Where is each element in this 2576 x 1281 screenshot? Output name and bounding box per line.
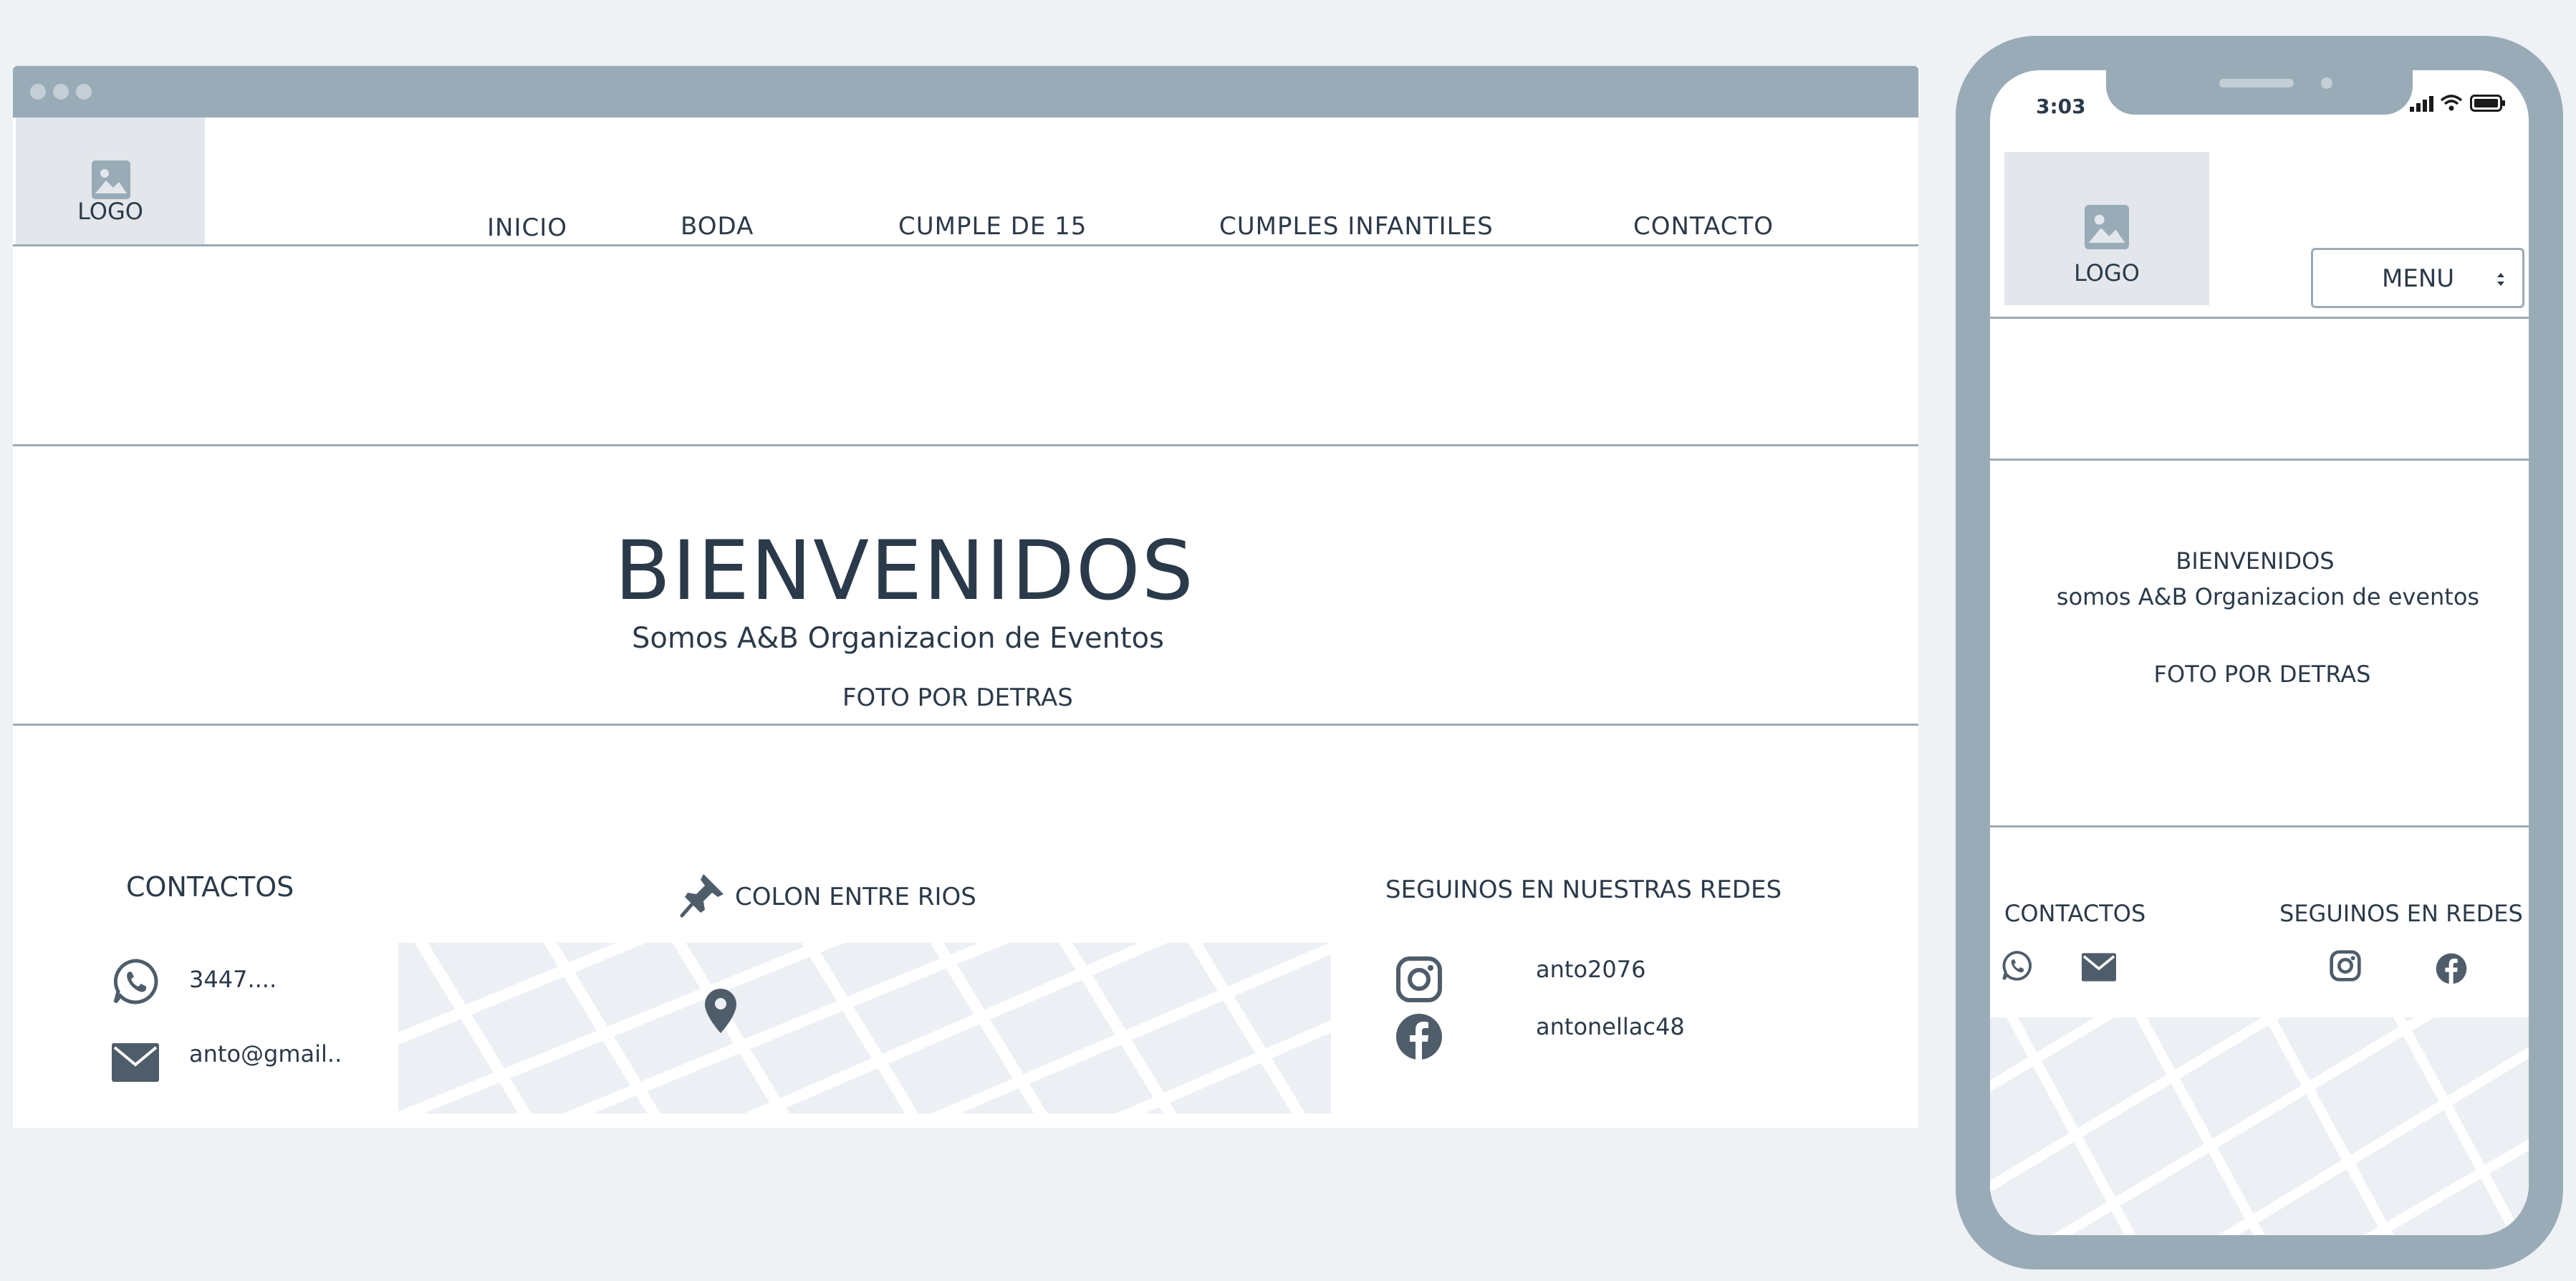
hero-subtitle: Somos A&B Organizacion de Eventos	[632, 622, 1164, 655]
mobile-logo-placeholder[interactable]: LOGO	[2004, 152, 2209, 305]
banner-divider	[13, 444, 1918, 446]
phone-notch	[2106, 70, 2413, 115]
window-dot-icon	[53, 84, 69, 100]
menu-select[interactable]: MENU	[2311, 248, 2524, 308]
battery-icon	[2470, 95, 2505, 112]
nav-cumples-infantiles[interactable]: CUMPLES INFANTILES	[1219, 212, 1494, 241]
speaker-icon	[2219, 79, 2294, 87]
logo-placeholder[interactable]: LOGO	[16, 117, 205, 246]
facebook-icon[interactable]	[1395, 1013, 1443, 1060]
mobile-phone-mockup: 3:03 LOGO MENU BIENVENIDOS somos A&B Org…	[1956, 36, 2563, 1270]
social-title: SEGUINOS EN NUESTRAS REDES	[1385, 875, 1782, 904]
nav-inicio[interactable]: INICIO	[487, 214, 567, 242]
mail-icon[interactable]	[112, 1043, 159, 1082]
mobile-hero-subtitle: somos A&B Organizacion de eventos	[2056, 583, 2480, 610]
facebook-icon[interactable]	[2436, 953, 2467, 984]
whatsapp-icon[interactable]	[112, 957, 160, 1006]
header-divider	[13, 244, 1918, 246]
logo-label: LOGO	[77, 198, 143, 225]
nav-boda[interactable]: BODA	[681, 212, 754, 241]
mobile-social-title: SEGUINOS EN REDES	[2279, 900, 2523, 927]
mobile-banner-divider	[1990, 459, 2529, 461]
nav-contacto[interactable]: CONTACTO	[1633, 212, 1774, 241]
camera-icon	[2321, 77, 2332, 89]
signal-icon	[2410, 96, 2433, 112]
mobile-hero-divider	[1990, 825, 2529, 827]
mobile-hero-title: BIENVENIDOS	[2176, 547, 2335, 575]
window-dot-icon	[30, 84, 46, 100]
browser-titlebar	[13, 66, 1918, 117]
image-icon	[2085, 205, 2129, 249]
whatsapp-icon[interactable]	[2001, 950, 2033, 982]
facebook-handle: antonellac48	[1536, 1013, 1685, 1040]
contact-phone-value: 3447....	[189, 966, 277, 993]
select-arrows-icon	[2497, 273, 2504, 286]
wifi-icon	[2440, 95, 2463, 111]
map-placeholder[interactable]	[398, 943, 1331, 1113]
instagram-icon[interactable]	[1395, 956, 1443, 1003]
nav-cumple-de-15[interactable]: CUMPLE DE 15	[898, 212, 1087, 241]
phone-screen: 3:03 LOGO MENU BIENVENIDOS somos A&B Org…	[1990, 70, 2529, 1235]
instagram-handle: anto2076	[1536, 956, 1646, 983]
instagram-icon[interactable]	[2330, 950, 2361, 982]
mobile-logo-label: LOGO	[2074, 259, 2140, 287]
mobile-hero-note: FOTO POR DETRAS	[2153, 661, 2371, 688]
map-pin-icon	[705, 989, 736, 1033]
map-streets	[1990, 1017, 2529, 1235]
window-dot-icon	[76, 84, 92, 100]
status-time: 3:03	[2036, 95, 2086, 118]
mobile-map-placeholder[interactable]	[1990, 1017, 2529, 1235]
contacts-title: CONTACTOS	[126, 871, 294, 903]
hero-title: BIENVENIDOS	[615, 523, 1195, 618]
map-streets	[398, 943, 1331, 1113]
pushpin-icon	[680, 874, 724, 918]
contact-email-value: anto@gmail..	[189, 1040, 342, 1068]
desktop-browser-mockup: LOGO INICIO BODA CUMPLE DE 15 CUMPLES IN…	[13, 66, 1918, 1128]
mobile-header-divider	[1990, 317, 2529, 319]
hero-divider	[13, 724, 1918, 726]
mail-icon[interactable]	[2082, 953, 2116, 982]
mobile-contacts-title: CONTACTOS	[2004, 900, 2146, 927]
image-icon	[92, 160, 130, 199]
hero-note: FOTO POR DETRAS	[842, 683, 1073, 712]
menu-label: MENU	[2382, 264, 2455, 293]
location-label: COLON ENTRE RIOS	[735, 883, 976, 911]
